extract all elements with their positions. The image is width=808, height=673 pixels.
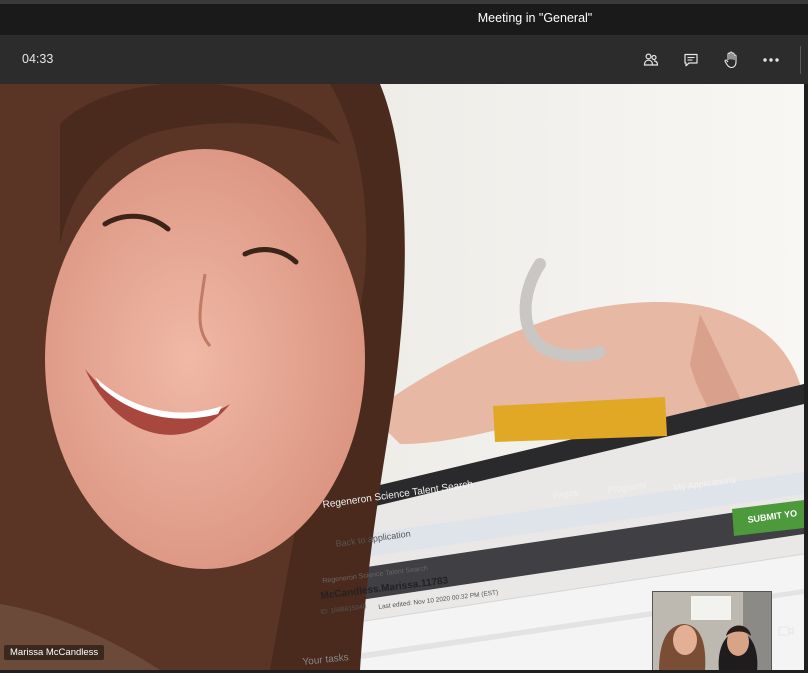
main-video-feed: Regeneron Science Talent Search Pages Pr… [0,84,804,670]
meeting-timer: 04:33 [22,52,54,66]
window-title: Meeting in "General" [477,11,593,25]
speaker-name-label: Marissa McCandless [4,645,105,660]
video-right-edge [804,84,808,670]
more-options-button[interactable] [757,46,785,74]
switch-camera-icon [778,626,794,636]
raise-hand-button[interactable] [717,46,745,74]
toolbar-divider [800,46,801,74]
title-bar: Meeting in "General" [0,4,808,36]
meeting-control-bar: 04:33 [0,36,808,84]
chat-icon [684,53,698,67]
chat-button[interactable] [677,46,705,74]
raise-hand-icon [724,51,737,69]
participants-icon [643,53,659,66]
self-view-video [653,592,771,671]
participants-button[interactable] [637,46,665,74]
self-view-thumbnail[interactable] [652,591,772,672]
switch-camera-button[interactable] [772,620,800,642]
more-options-icon [763,58,779,62]
